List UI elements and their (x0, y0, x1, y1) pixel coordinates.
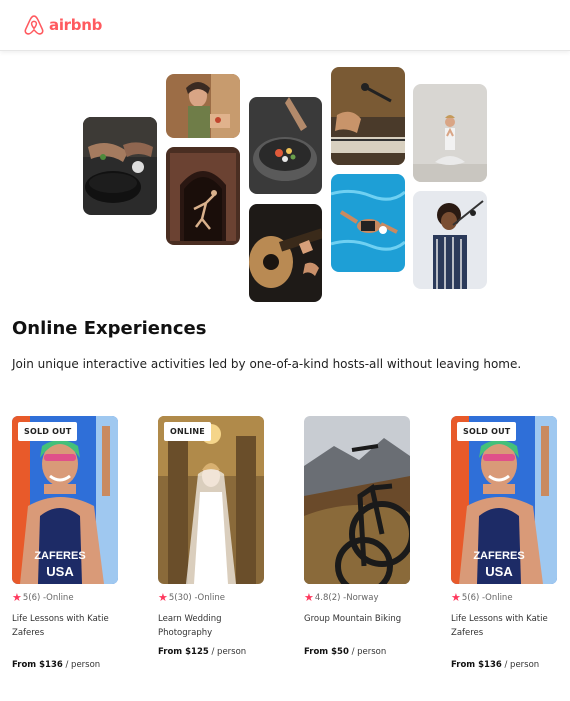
card-stats: ★ 5 (6) - Online (451, 592, 557, 603)
status-badge: SOLD OUT (18, 422, 78, 441)
review-count: (2) (328, 592, 341, 603)
price-unit: / person (211, 647, 247, 657)
card-photo-mountain-bike[interactable] (304, 416, 410, 584)
card-photo-swimmer-portrait[interactable]: ZAFERES USA SOLD OUT (12, 416, 118, 584)
logo-wordmark: airbnb (49, 16, 103, 34)
card-title[interactable]: Life Lessons with Katie Zaferes (12, 612, 118, 640)
location: Norway (346, 592, 379, 603)
photo-musician-microphone (331, 67, 405, 165)
card-title[interactable]: Group Mountain Biking (304, 612, 410, 626)
status-badge: SOLD OUT (457, 422, 517, 441)
card-photo-swimmer-portrait[interactable]: ZAFERES USA SOLD OUT (451, 416, 557, 584)
location: Online (46, 592, 74, 603)
section-title: Online Experiences (12, 318, 207, 339)
navbar: airbnb (0, 0, 570, 51)
star-icon: ★ (158, 591, 168, 604)
price-amount: From $136 (12, 660, 63, 670)
experience-card[interactable]: ONLINE ★ 5 (30) - Online Learn Wedding P… (158, 416, 264, 657)
experience-card[interactable]: ZAFERES USA SOLD OUT ★ 5 (6) - Online Li… (451, 416, 557, 670)
price-unit: / person (504, 660, 540, 670)
experience-card[interactable]: ★ 4.8 (2) - Norway Group Mountain Biking… (304, 416, 410, 657)
card-photo-bride[interactable]: ONLINE (158, 416, 264, 584)
price-unit: / person (351, 647, 387, 657)
suit-text-line1: ZAFERES (34, 550, 85, 562)
photo-yoga (413, 84, 487, 182)
card-stats: ★ 4.8 (2) - Norway (304, 592, 410, 603)
suit-text-line1: ZAFERES (473, 550, 524, 562)
photo-swimmer-pool (331, 174, 405, 272)
suit-text-line2: USA (485, 564, 513, 579)
photo-food-bowl (249, 97, 322, 194)
card-price: From $125 / person (158, 647, 246, 657)
card-price: From $136 / person (12, 660, 100, 670)
status-badge: ONLINE (164, 422, 211, 441)
rating: 4.8 (314, 592, 329, 603)
card-price: From $136 / person (451, 660, 539, 670)
experience-cards: ZAFERES USA SOLD OUT ★ 5 (6) - Online Li… (0, 416, 570, 686)
star-icon: ★ (304, 591, 314, 604)
photo-singer (413, 191, 487, 289)
experience-card[interactable]: ZAFERES USA SOLD OUT ★ 5 (6) - Online Li… (12, 416, 118, 670)
card-title[interactable]: Learn Wedding Photography (158, 612, 264, 640)
section-subtitle: Join unique interactive activities led b… (12, 357, 522, 371)
card-title[interactable]: Life Lessons with Katie Zaferes (451, 612, 557, 640)
hero-photo-collage (0, 51, 570, 311)
card-stats: ★ 5 (30) - Online (158, 592, 264, 603)
review-count: (6) (467, 592, 480, 603)
photo-cooking (83, 117, 157, 215)
star-icon: ★ (12, 591, 22, 604)
review-count: (6) (28, 592, 41, 603)
location: Online (197, 592, 225, 603)
airbnb-logo[interactable]: airbnb (23, 13, 102, 37)
star-icon: ★ (451, 591, 461, 604)
price-amount: From $50 (304, 647, 349, 657)
photo-woman-cooking (166, 74, 240, 138)
card-stats: ★ 5 (6) - Online (12, 592, 118, 603)
photo-dancer-archway (166, 147, 240, 245)
suit-text-line2: USA (46, 564, 74, 579)
review-count: (30) (174, 592, 192, 603)
price-unit: / person (65, 660, 101, 670)
card-price: From $50 / person (304, 647, 386, 657)
airbnb-logo-icon (24, 15, 44, 35)
price-amount: From $136 (451, 660, 502, 670)
location: Online (485, 592, 513, 603)
price-amount: From $125 (158, 647, 209, 657)
photo-guitar (249, 204, 322, 302)
